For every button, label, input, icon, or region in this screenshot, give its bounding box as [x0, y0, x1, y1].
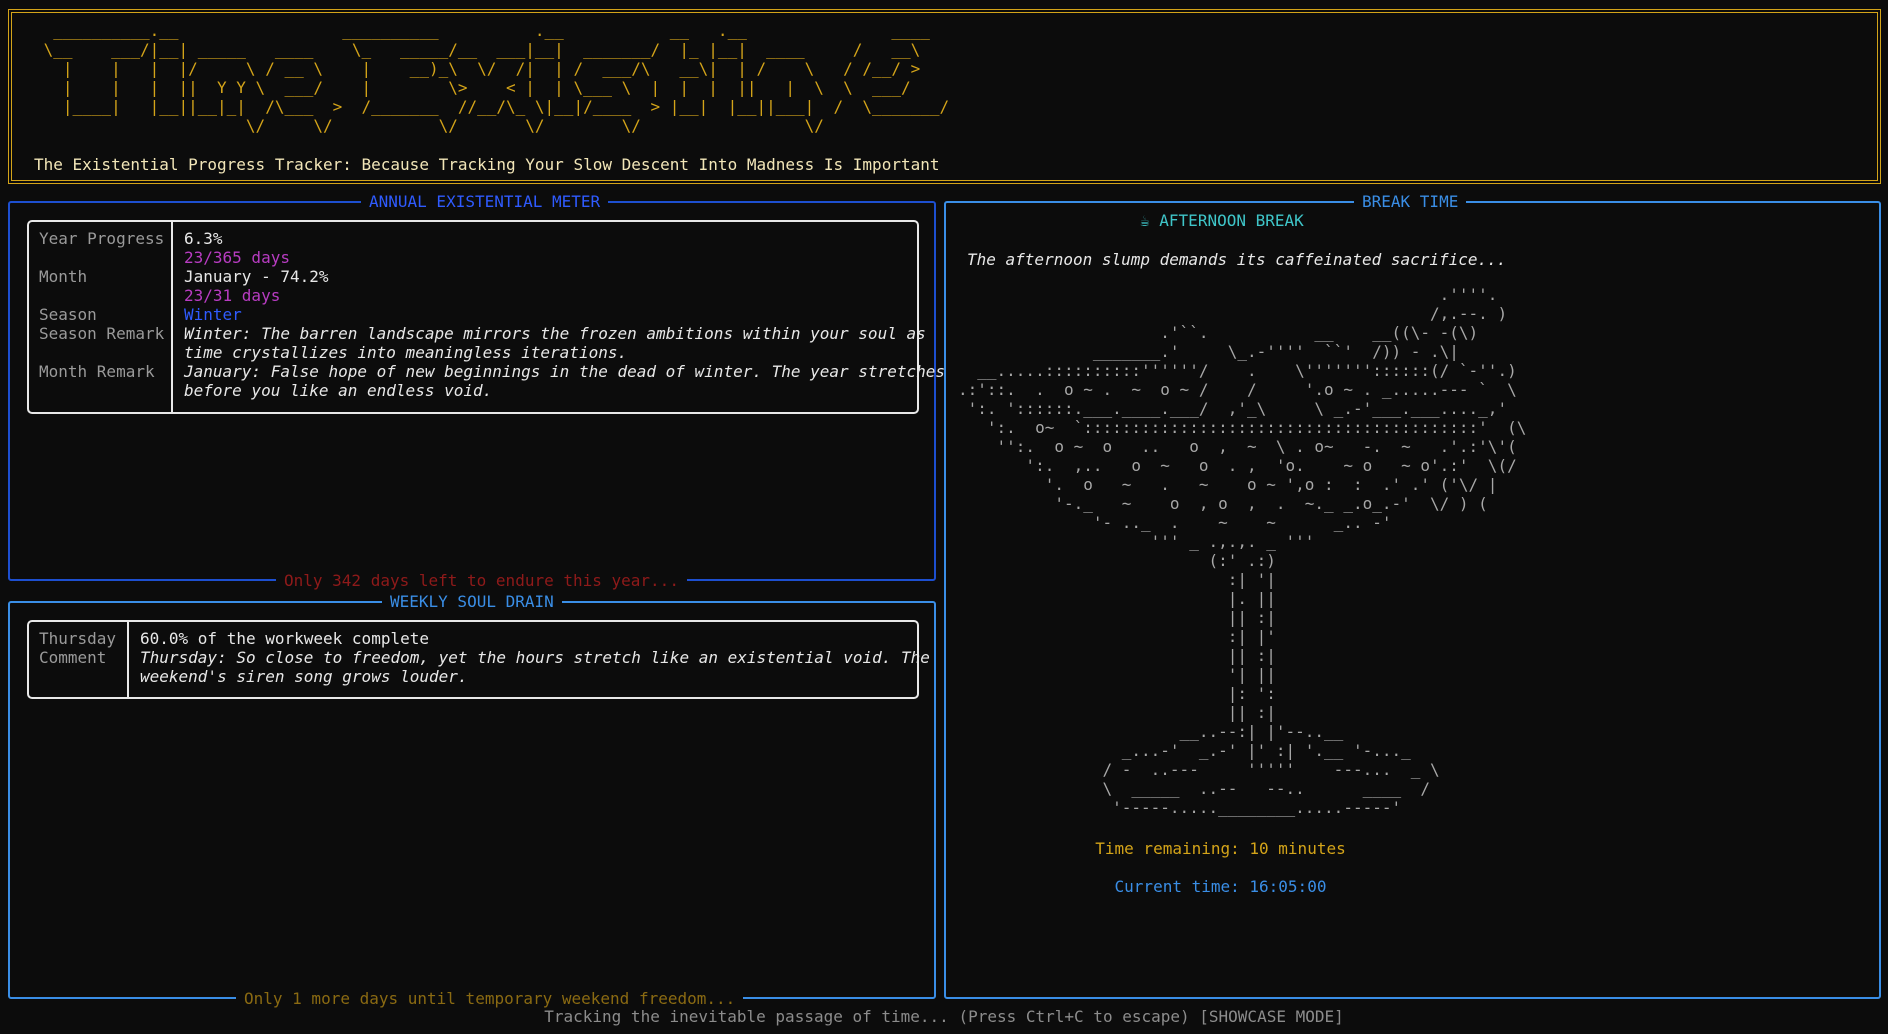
year-progress-value: 6.3%: [184, 229, 223, 248]
break-heading-label: AFTERNOON BREAK: [1159, 211, 1304, 230]
label-season: Season: [39, 305, 97, 324]
month-progress-value: January - 74.2%: [184, 267, 329, 286]
cocktail-glass-ascii-art: .''''. /,.--. ) .'``. __ __((\- -(\) ___…: [958, 285, 1527, 817]
annual-table: Year Progress Month Season Season Remark…: [27, 220, 945, 414]
month-days-count: 23/31 days: [184, 286, 281, 305]
label-month-remark: Month Remark: [39, 362, 155, 381]
label-day: Thursday: [39, 629, 117, 648]
annual-label-column: Year Progress Month Season Season Remark…: [29, 222, 173, 412]
coffee-cup-icon: ☕: [1140, 211, 1150, 230]
month-remark-line-1: January: False hope of new beginnings in…: [184, 362, 945, 381]
break-heading: ☕ AFTERNOON BREAK: [1140, 211, 1304, 230]
subtitle: The Existential Progress Tracker: Becaus…: [34, 155, 940, 174]
workweek-progress-value: 60.0% of the workweek complete: [140, 629, 429, 648]
annual-days-left-footer: Only 342 days left to endure this year..…: [276, 571, 687, 590]
weekly-comment-line-2: weekend's siren song grows louder.: [140, 667, 468, 686]
weekly-panel-title: WEEKLY SOUL DRAIN: [382, 592, 562, 611]
weekly-table: Thursday Comment 60.0% of the workweek c…: [27, 620, 930, 699]
season-remark-line-1: Winter: The barren landscape mirrors the…: [184, 324, 926, 343]
season-remark-line-2: time crystallizes into meaningless itera…: [184, 343, 628, 362]
weekly-soul-drain-panel: WEEKLY SOUL DRAIN Thursday Comment 60.0%…: [8, 592, 936, 1008]
annual-panel-title: ANNUAL EXISTENTIAL METER: [361, 192, 609, 211]
weekly-comment-line-1: Thursday: So close to freedom, yet the h…: [140, 648, 930, 667]
label-month: Month: [39, 267, 88, 286]
weekly-label-column: Thursday Comment: [29, 622, 129, 697]
label-comment: Comment: [39, 648, 107, 667]
season-value: Winter: [184, 305, 242, 324]
label-season-remark: Season Remark: [39, 324, 165, 343]
current-time-text: Current time: 16:05:00: [1114, 877, 1327, 896]
annual-meter-panel: ANNUAL EXISTENTIAL METER Year Progress M…: [8, 192, 945, 590]
header-banner: __________.__ __________ .__ __ .__ ____…: [8, 9, 1881, 184]
time-remaining-text: Time remaining: 10 minutes: [1095, 839, 1346, 858]
status-bar: Tracking the inevitable passage of time.…: [544, 1007, 1344, 1026]
break-tagline: The afternoon slump demands its caffeina…: [967, 250, 1507, 269]
month-remark-line-2: before you like an endless void.: [184, 381, 493, 400]
year-days-count: 23/365 days: [184, 248, 290, 267]
break-time-panel: BREAK TIME ☕ AFTERNOON BREAK The afterno…: [944, 192, 1881, 999]
label-year-progress: Year Progress: [39, 229, 165, 248]
weekend-countdown-footer: Only 1 more days until temporary weekend…: [236, 989, 744, 1008]
ascii-title-art: __________.__ __________ .__ __ .__ ____…: [43, 21, 950, 135]
break-panel-title: BREAK TIME: [1354, 192, 1467, 211]
